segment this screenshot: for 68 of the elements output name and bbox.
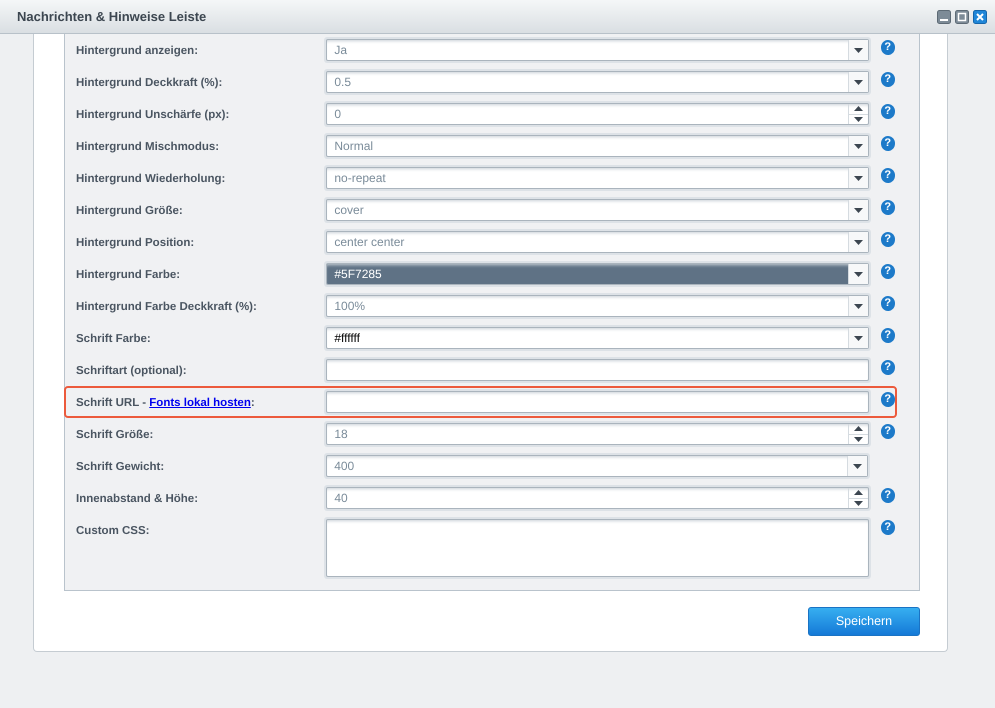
dropdown-field[interactable]: #ffffff xyxy=(324,325,870,351)
number-field[interactable]: 40 xyxy=(324,485,870,511)
help-button[interactable]: ? xyxy=(880,520,895,535)
dropdown-field[interactable]: no-repeat xyxy=(324,165,870,191)
caret-icon xyxy=(854,208,862,212)
input-field[interactable] xyxy=(324,357,870,383)
help-button[interactable]: ? xyxy=(880,328,895,343)
help-button[interactable]: ? xyxy=(880,424,895,439)
caret-icon xyxy=(854,436,862,442)
dropdown-field[interactable]: 400 xyxy=(324,453,870,479)
help-button[interactable]: ? xyxy=(880,40,895,55)
field-label: Hintergrund anzeigen: xyxy=(76,44,200,59)
help-button[interactable]: ? xyxy=(880,232,895,247)
window-title: Nachrichten & Hinweise Leiste xyxy=(17,8,206,26)
save-button[interactable]: Speichern xyxy=(808,607,920,636)
caret-icon xyxy=(853,464,862,468)
caret-icon xyxy=(854,48,862,52)
caret-icon xyxy=(854,176,862,180)
minimize-icon[interactable] xyxy=(937,10,951,24)
field-label: Hintergrund Farbe Deckkraft (%): xyxy=(76,300,258,315)
dropdown-field[interactable]: cover xyxy=(324,197,870,223)
number-field[interactable]: 0 xyxy=(324,101,870,127)
caret-icon xyxy=(854,144,862,148)
help-button[interactable]: ? xyxy=(880,264,895,279)
dropdown-field[interactable]: 100% xyxy=(324,293,870,319)
caret-icon xyxy=(854,336,862,340)
field-label: Hintergrund Position: xyxy=(76,236,196,251)
caret-icon xyxy=(854,272,862,276)
field-label: Hintergrund Größe: xyxy=(76,204,184,219)
help-button[interactable]: ? xyxy=(880,200,895,215)
caret-icon xyxy=(854,240,862,244)
dropdown-field[interactable]: Normal xyxy=(324,133,870,159)
up-caret-icon[interactable] xyxy=(854,106,862,112)
field-label: Schrift Farbe: xyxy=(76,332,152,347)
dropdown-field[interactable]: Ja xyxy=(324,37,870,63)
help-button[interactable]: ? xyxy=(880,360,895,375)
help-button[interactable]: ? xyxy=(880,72,895,87)
field-label: Custom CSS: xyxy=(76,524,150,539)
field-label: Schrift URL - Fonts lokal hosten: xyxy=(76,396,256,411)
help-button[interactable]: ? xyxy=(880,168,895,183)
caret-icon xyxy=(854,80,862,84)
field-label: Hintergrund Wiederholung: xyxy=(76,172,226,187)
field-label: Hintergrund Mischmodus: xyxy=(76,140,220,155)
field-label: Hintergrund Farbe: xyxy=(76,268,182,283)
help-button[interactable]: ? xyxy=(880,488,895,503)
field-label: Hintergrund Unschärfe (px): xyxy=(76,108,230,123)
caret-icon xyxy=(854,304,862,308)
field-label: Innenabstand & Höhe: xyxy=(76,492,200,507)
help-button[interactable]: ? xyxy=(880,392,895,407)
dropdown-field[interactable]: 0.5 xyxy=(324,69,870,95)
caret-icon xyxy=(854,500,862,506)
caret-icon xyxy=(854,116,862,122)
up-caret-icon[interactable] xyxy=(854,490,862,496)
dropdown-field[interactable]: #5F7285 xyxy=(324,261,870,287)
field-label: Hintergrund Deckkraft (%): xyxy=(76,76,224,91)
maximize-icon[interactable] xyxy=(955,10,969,24)
field-label: Schriftart (optional): xyxy=(76,364,188,379)
fonts-link[interactable]: Fonts lokal hosten xyxy=(149,397,251,409)
close-icon[interactable] xyxy=(973,10,987,24)
field-label: Schrift Größe: xyxy=(76,428,154,443)
up-caret-icon[interactable] xyxy=(854,426,862,432)
number-field[interactable]: 18 xyxy=(324,421,870,447)
help-button[interactable]: ? xyxy=(880,136,895,151)
dropdown-field[interactable]: center center xyxy=(324,229,870,255)
input-field[interactable] xyxy=(324,389,870,415)
help-button[interactable]: ? xyxy=(880,104,895,119)
field-label: Schrift Gewicht: xyxy=(76,460,166,475)
help-button[interactable]: ? xyxy=(880,296,895,311)
